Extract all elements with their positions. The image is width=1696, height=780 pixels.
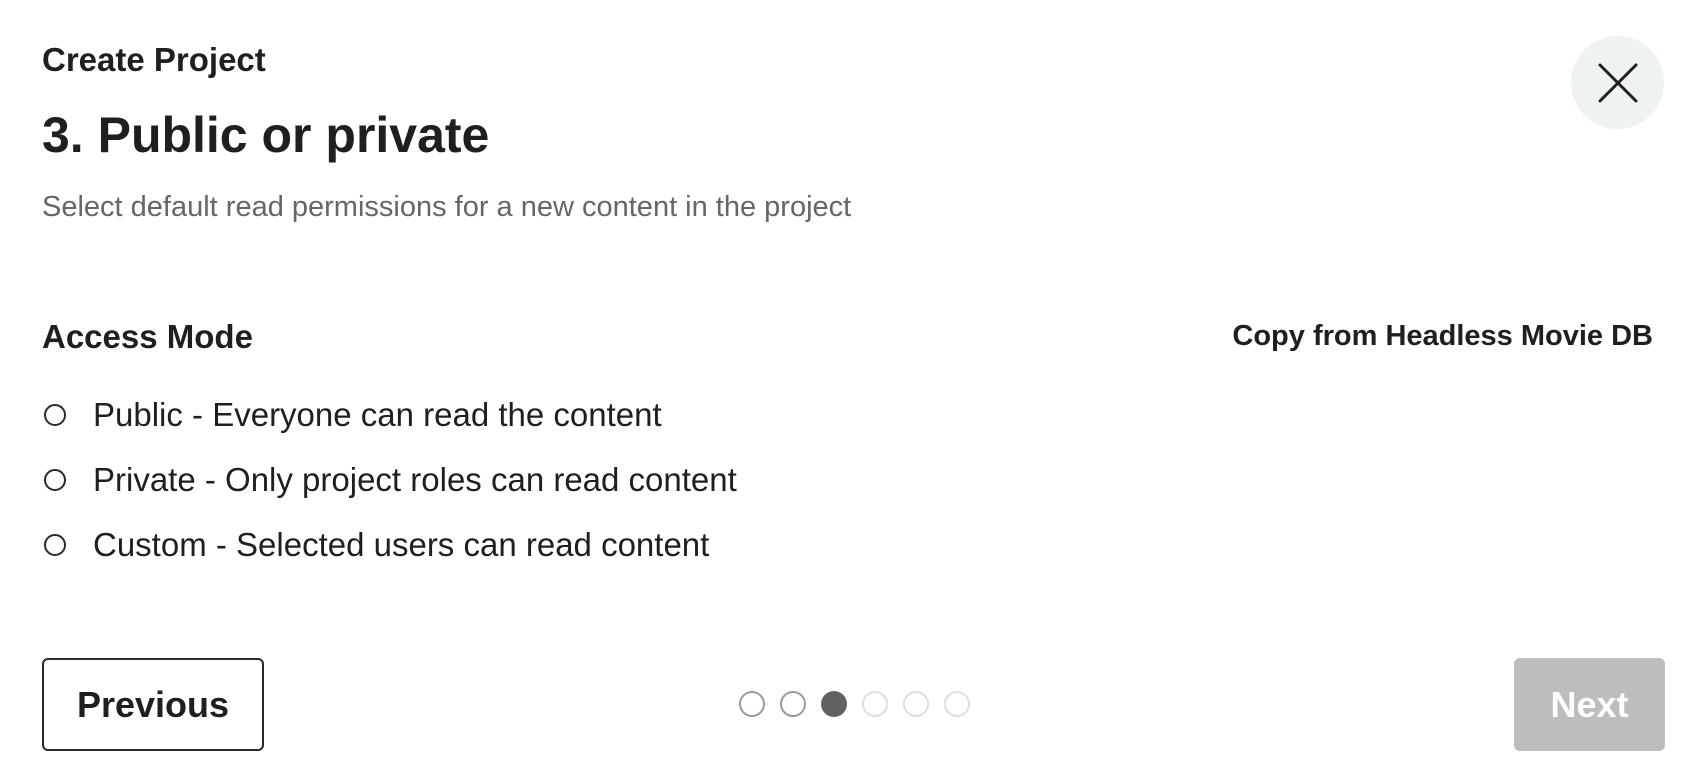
access-mode-radio-group: Public - Everyone can read the content P… <box>42 393 737 588</box>
next-button[interactable]: Next <box>1514 658 1665 751</box>
radio-option-public[interactable]: Public - Everyone can read the content <box>42 393 737 437</box>
close-icon <box>1598 63 1637 102</box>
dialog-eyebrow: Create Project <box>42 41 266 78</box>
step-dot-6[interactable] <box>944 691 970 717</box>
radio-label: Private - Only project roles can read co… <box>93 461 737 498</box>
access-mode-label: Access Mode <box>42 318 253 355</box>
step-dot-1[interactable] <box>739 691 765 717</box>
copy-from-project-link[interactable]: Copy from Headless Movie DB <box>1232 319 1653 354</box>
radio-option-private[interactable]: Private - Only project roles can read co… <box>42 458 737 502</box>
create-project-dialog: Create Project 3. Public or private Sele… <box>0 0 1696 780</box>
step-title: 3. Public or private <box>42 107 490 163</box>
radio-button[interactable] <box>44 469 66 491</box>
step-subtitle: Select default read permissions for a ne… <box>42 191 852 223</box>
radio-button[interactable] <box>44 534 66 556</box>
radio-label: Custom - Selected users can read content <box>93 526 710 563</box>
radio-label: Public - Everyone can read the content <box>93 396 662 433</box>
step-dot-5[interactable] <box>903 691 929 717</box>
close-button[interactable] <box>1571 36 1664 129</box>
step-dot-4[interactable] <box>862 691 888 717</box>
step-indicator <box>739 691 970 717</box>
step-dot-3[interactable] <box>821 691 847 717</box>
radio-option-custom[interactable]: Custom - Selected users can read content <box>42 523 737 567</box>
step-dot-2[interactable] <box>780 691 806 717</box>
previous-button[interactable]: Previous <box>42 658 264 751</box>
radio-button[interactable] <box>44 404 66 426</box>
